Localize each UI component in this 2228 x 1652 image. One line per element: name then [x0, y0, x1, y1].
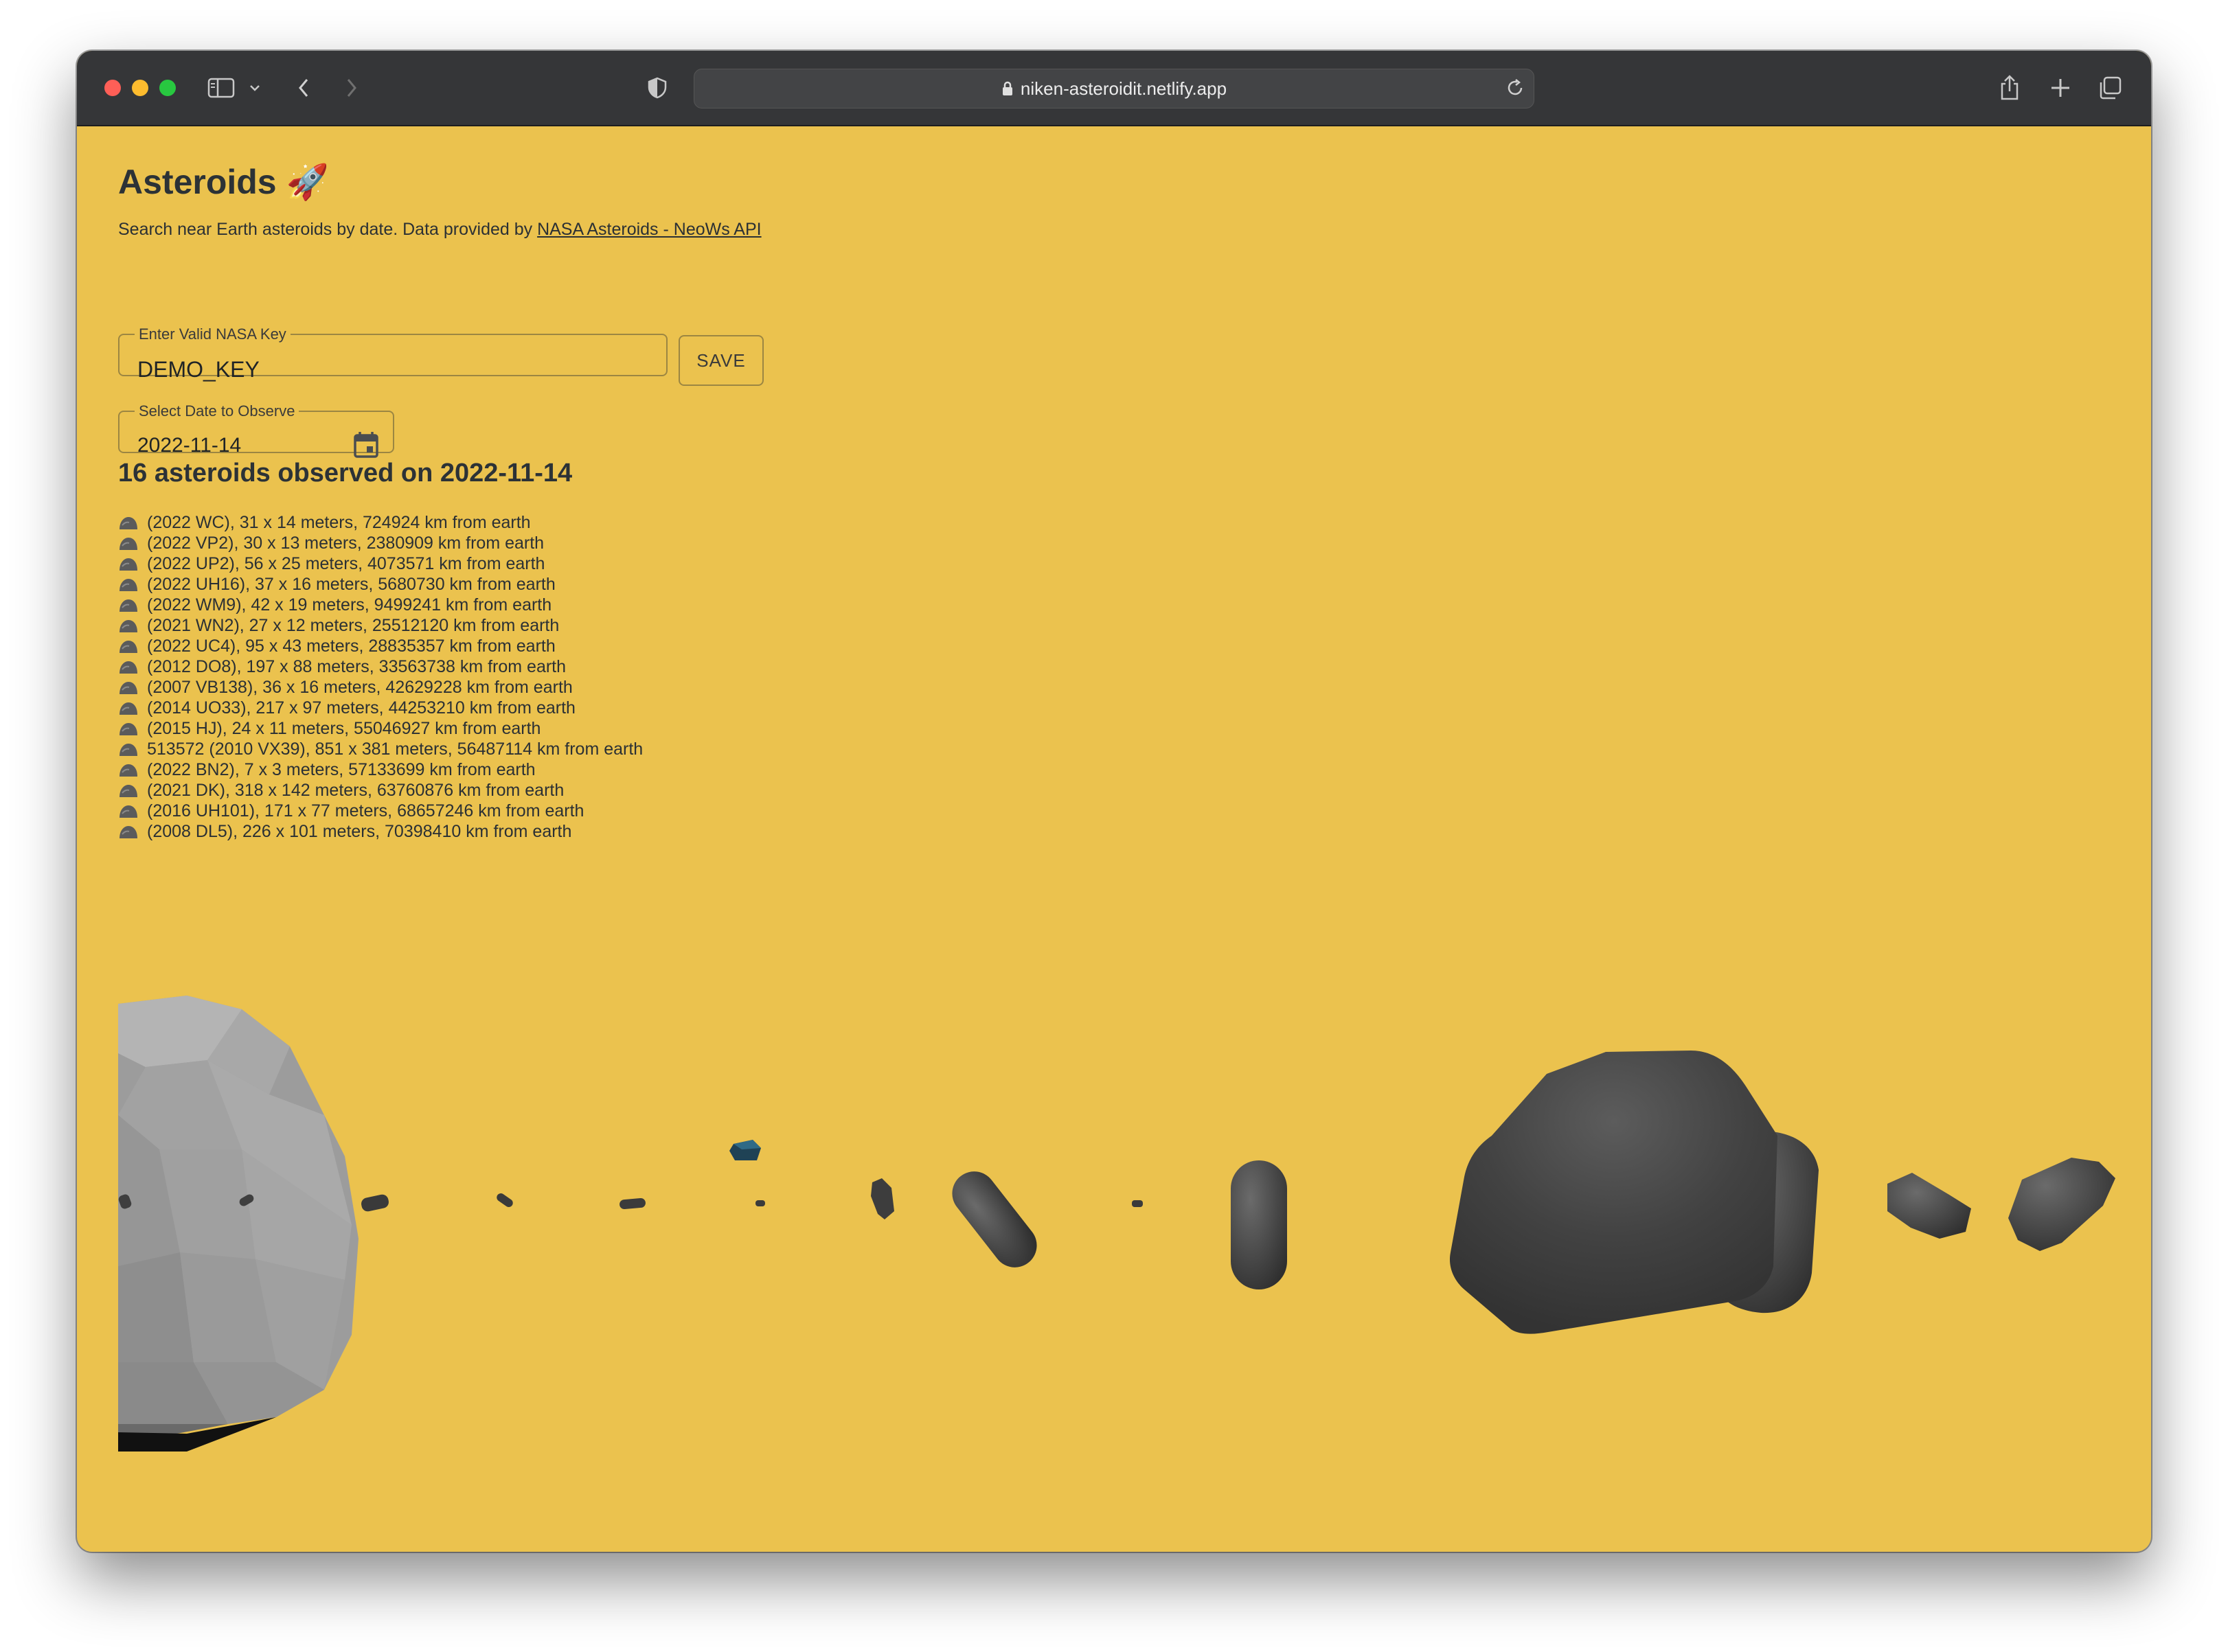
rock-icon	[118, 700, 139, 715]
asteroid-model	[1132, 1200, 1143, 1207]
date-label: Select Date to Observe	[139, 402, 295, 420]
list-item: (2008 DL5), 226 x 101 meters, 70398410 k…	[118, 821, 643, 842]
list-item: (2022 UH16), 37 x 16 meters, 5680730 km …	[118, 574, 643, 595]
asteroid-model	[619, 1197, 646, 1210]
date-field[interactable]: Select Date to Observe 2022-11-14	[118, 402, 394, 458]
list-item: (2021 DK), 318 x 142 meters, 63760876 km…	[118, 780, 643, 801]
asteroid-model	[755, 1200, 765, 1206]
asteroid-text: (2022 UP2), 56 x 25 meters, 4073571 km f…	[147, 554, 545, 573]
list-item: (2015 HJ), 24 x 11 meters, 55046927 km f…	[118, 718, 643, 739]
asteroid-text: (2014 UO33), 217 x 97 meters, 44253210 k…	[147, 698, 576, 718]
rock-icon	[118, 824, 139, 839]
asteroid-text: (2021 WN2), 27 x 12 meters, 25512120 km …	[147, 616, 560, 635]
list-item: (2022 VP2), 30 x 13 meters, 2380909 km f…	[118, 533, 643, 553]
new-tab-icon[interactable]	[2049, 71, 2071, 104]
rock-icon	[118, 680, 139, 695]
chevron-down-icon[interactable]	[249, 71, 261, 104]
asteroid-list: (2022 WC), 31 x 14 meters, 724924 km fro…	[118, 512, 643, 842]
minimize-window-button[interactable]	[132, 80, 148, 96]
list-item: (2022 WM9), 42 x 19 meters, 9499241 km f…	[118, 595, 643, 615]
earth-sphere	[118, 996, 359, 1452]
asteroid-text: (2022 WC), 31 x 14 meters, 724924 km fro…	[147, 513, 531, 532]
page-title: Asteroids 🚀	[118, 163, 329, 201]
asteroid-3d-scene[interactable]	[118, 978, 2124, 1552]
list-item: (2014 UO33), 217 x 97 meters, 44253210 k…	[118, 698, 643, 718]
rock-icon	[118, 783, 139, 798]
sidebar-icon[interactable]	[207, 71, 235, 104]
address-bar[interactable]: niken-asteroidit.netlify.app	[694, 69, 1534, 108]
asteroid-text: 513572 (2010 VX39), 851 x 381 meters, 56…	[147, 739, 644, 759]
list-item: (2022 UP2), 56 x 25 meters, 4073571 km f…	[118, 553, 643, 574]
nasa-key-input[interactable]: DEMO_KEY	[137, 357, 260, 382]
asteroid-model	[1231, 1160, 1287, 1289]
subtitle-text: Search near Earth asteroids by date. Dat…	[118, 220, 538, 239]
asteroid-text: (2008 DL5), 226 x 101 meters, 70398410 k…	[147, 822, 572, 841]
asteroid-text: (2007 VB138), 36 x 16 meters, 42629228 k…	[147, 678, 573, 697]
asteroid-text: (2021 DK), 318 x 142 meters, 63760876 km…	[147, 781, 565, 800]
lock-icon	[1001, 80, 1014, 97]
nasa-api-link[interactable]: NASA Asteroids - NeoWs API	[537, 220, 762, 239]
asteroid-model	[2008, 1158, 2115, 1251]
asteroid-model	[871, 1178, 894, 1219]
calendar-icon[interactable]	[353, 431, 379, 462]
list-item: (2007 VB138), 36 x 16 meters, 42629228 k…	[118, 677, 643, 698]
asteroid-text: (2012 DO8), 197 x 88 meters, 33563738 km…	[147, 657, 567, 676]
list-item: (2016 UH101), 171 x 77 meters, 68657246 …	[118, 801, 643, 821]
nasa-key-field[interactable]: Enter Valid NASA Key DEMO_KEY	[118, 325, 668, 382]
rock-icon	[118, 721, 139, 736]
rock-icon	[118, 659, 139, 674]
list-item: (2021 WN2), 27 x 12 meters, 25512120 km …	[118, 615, 643, 636]
page-subtitle: Search near Earth asteroids by date. Dat…	[118, 220, 762, 240]
list-item: (2022 WC), 31 x 14 meters, 724924 km fro…	[118, 512, 643, 533]
asteroid-text: (2022 UC4), 95 x 43 meters, 28835357 km …	[147, 636, 556, 656]
forward-icon[interactable]	[343, 71, 360, 104]
browser-toolbar: niken-asteroidit.netlify.app	[77, 51, 2151, 126]
asteroid-text: (2022 UH16), 37 x 16 meters, 5680730 km …	[147, 575, 556, 594]
save-button[interactable]: SAVE	[679, 335, 764, 386]
rock-icon	[118, 515, 139, 530]
back-icon[interactable]	[295, 71, 312, 104]
privacy-shield-icon[interactable]	[647, 71, 668, 104]
rock-icon	[118, 639, 139, 654]
nasa-key-label: Enter Valid NASA Key	[139, 325, 286, 343]
list-item: (2022 BN2), 7 x 3 meters, 57133699 km fr…	[118, 759, 643, 780]
rock-icon	[118, 742, 139, 757]
share-icon[interactable]	[1999, 71, 2021, 104]
browser-window: niken-asteroidit.netlify.app Asteroids 🚀…	[77, 51, 2151, 1552]
rock-icon	[118, 597, 139, 612]
page-content: Asteroids 🚀 Search near Earth asteroids …	[77, 126, 2151, 1552]
tab-overview-icon[interactable]	[2098, 71, 2122, 104]
asteroid-model	[952, 1171, 1037, 1267]
scene-canvas	[118, 996, 2115, 1452]
rock-icon	[118, 762, 139, 777]
results-heading: 16 asteroids observed on 2022-11-14	[118, 459, 573, 487]
list-item: (2022 UC4), 95 x 43 meters, 28835357 km …	[118, 636, 643, 656]
asteroid-text: (2022 BN2), 7 x 3 meters, 57133699 km fr…	[147, 760, 536, 779]
rock-icon	[118, 556, 139, 571]
list-item: (2012 DO8), 197 x 88 meters, 33563738 km…	[118, 656, 643, 677]
rock-icon	[118, 577, 139, 592]
date-input[interactable]: 2022-11-14	[137, 434, 241, 457]
asteroid-model	[497, 1193, 513, 1208]
asteroid-text: (2016 UH101), 171 x 77 meters, 68657246 …	[147, 801, 584, 821]
asteroid-model	[1887, 1173, 1971, 1239]
asteroid-text: (2015 HJ), 24 x 11 meters, 55046927 km f…	[147, 719, 541, 738]
url-text: niken-asteroidit.netlify.app	[1020, 78, 1227, 99]
asteroid-text: (2022 VP2), 30 x 13 meters, 2380909 km f…	[147, 534, 545, 553]
list-item: 513572 (2010 VX39), 851 x 381 meters, 56…	[118, 739, 643, 759]
reload-icon[interactable]	[1505, 78, 1525, 103]
close-window-button[interactable]	[104, 80, 121, 96]
rock-icon	[118, 536, 139, 551]
rock-icon	[118, 803, 139, 818]
asteroid-model	[1449, 1051, 1777, 1334]
zoom-window-button[interactable]	[159, 80, 176, 96]
asteroid-model	[361, 1194, 389, 1212]
rock-icon	[118, 618, 139, 633]
asteroid-text: (2022 WM9), 42 x 19 meters, 9499241 km f…	[147, 595, 552, 615]
